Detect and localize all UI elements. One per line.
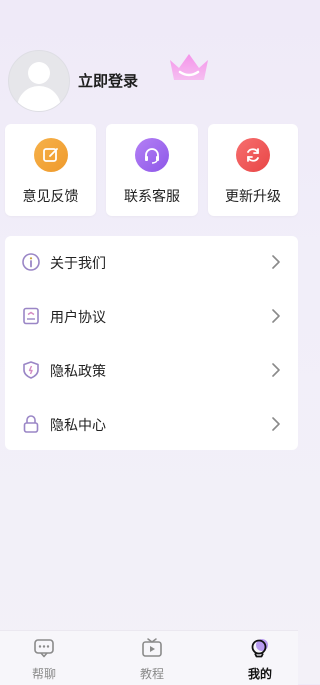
menu-item-label: 隐私政策 bbox=[50, 364, 106, 380]
tab-label: 我的 bbox=[247, 667, 272, 681]
menu-item-privacy-policy[interactable]: 隐私政策 bbox=[5, 344, 298, 398]
menu-item-label: 隐私中心 bbox=[50, 418, 106, 434]
tab-label: 帮聊 bbox=[31, 667, 56, 681]
contact-service-card[interactable]: 联系客服 bbox=[106, 124, 198, 216]
menu-item-privacy-center[interactable]: 隐私中心 bbox=[5, 398, 298, 452]
profile-icon bbox=[251, 639, 268, 658]
feedback-card[interactable]: 意见反馈 bbox=[5, 124, 96, 216]
info-icon bbox=[22, 253, 40, 271]
bottom-tab-bar: 帮聊 教程 我的 bbox=[0, 630, 298, 685]
update-card[interactable]: 更新升级 bbox=[208, 124, 298, 216]
menu-item-about[interactable]: 关于我们 bbox=[5, 236, 298, 290]
headset-icon bbox=[135, 138, 169, 172]
refresh-icon bbox=[236, 138, 270, 172]
crown-icon bbox=[170, 54, 208, 80]
shield-icon bbox=[23, 361, 39, 379]
tab-tutorial[interactable]: 教程 bbox=[112, 631, 192, 685]
lock-icon bbox=[23, 415, 39, 433]
profile-header[interactable]: 立即登录 bbox=[8, 50, 298, 112]
tab-label: 教程 bbox=[139, 667, 164, 681]
chat-bubble-icon bbox=[34, 639, 54, 658]
chevron-right-icon bbox=[272, 255, 280, 269]
user-avatar-icon[interactable] bbox=[8, 50, 70, 112]
contact-service-label: 联系客服 bbox=[124, 189, 180, 205]
chevron-right-icon bbox=[272, 309, 280, 323]
menu-item-user-agreement[interactable]: 用户协议 bbox=[5, 290, 298, 344]
video-tv-icon bbox=[142, 638, 162, 657]
settings-menu: 关于我们 用户协议 隐私政策 隐私中心 bbox=[5, 236, 298, 450]
chevron-right-icon bbox=[272, 363, 280, 377]
login-link[interactable]: 立即登录 bbox=[78, 70, 138, 91]
tab-mine[interactable]: 我的 bbox=[220, 631, 300, 685]
update-label: 更新升级 bbox=[225, 189, 281, 205]
edit-icon bbox=[33, 138, 68, 172]
chevron-right-icon bbox=[272, 417, 280, 431]
menu-item-label: 用户协议 bbox=[50, 310, 106, 326]
menu-item-label: 关于我们 bbox=[50, 256, 106, 272]
tab-chat[interactable]: 帮聊 bbox=[4, 631, 84, 685]
feedback-label: 意见反馈 bbox=[22, 189, 79, 205]
document-icon bbox=[23, 307, 39, 325]
